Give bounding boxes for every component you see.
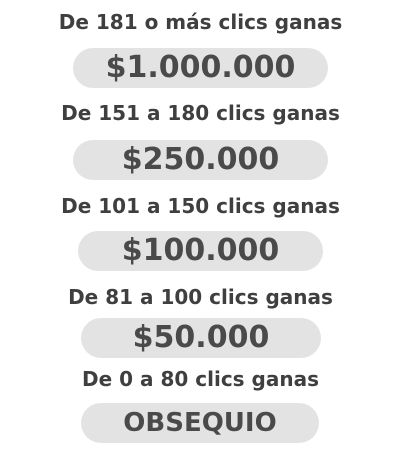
prize-badge-151-180: $250.000 (73, 140, 328, 180)
tier-label-181-plus: De 181 o más clics ganas (58, 10, 343, 34)
prize-badge-81-100: $50.000 (81, 318, 321, 358)
prize-badge-0-80: OBSEQUIO (81, 403, 319, 443)
prize-badge-101-150: $100.000 (78, 231, 323, 271)
tier-label-0-80: De 0 a 80 clics ganas (81, 367, 319, 391)
prize-amount-181-plus: $1.000.000 (105, 50, 296, 85)
prize-amount-81-100: $50.000 (132, 320, 270, 355)
prize-badge-181-plus: $1.000.000 (73, 48, 328, 88)
prize-gift-0-80: OBSEQUIO (123, 408, 277, 438)
prize-amount-151-180: $250.000 (121, 142, 280, 177)
tier-label-151-180: De 151 a 180 clics ganas (61, 101, 340, 125)
prize-amount-101-150: $100.000 (121, 233, 280, 268)
tier-label-101-150: De 101 a 150 clics ganas (61, 194, 340, 218)
tier-label-81-100: De 81 a 100 clics ganas (68, 285, 333, 309)
